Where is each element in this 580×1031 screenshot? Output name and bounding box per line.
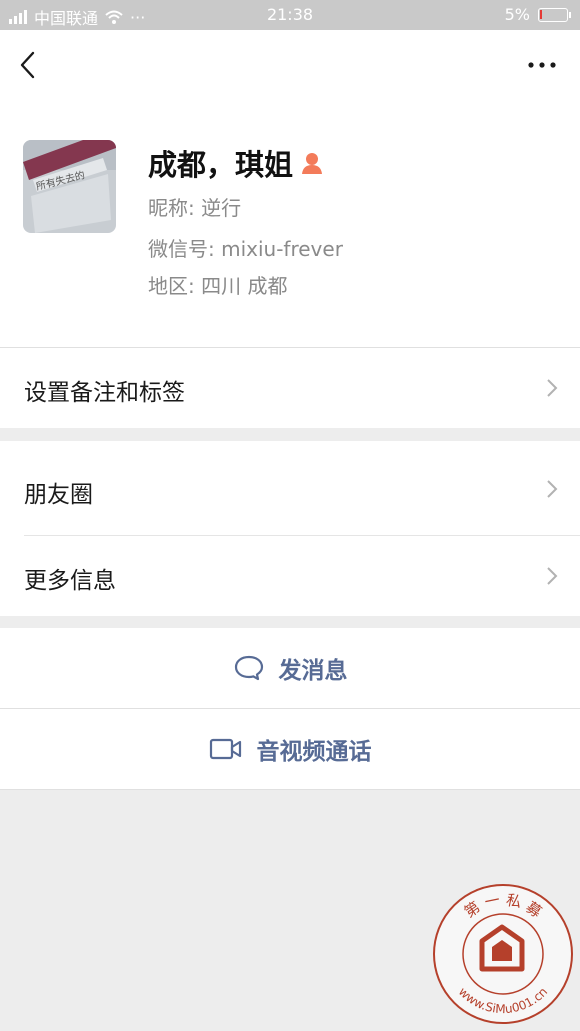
avatar-image: 所有失去的: [23, 140, 116, 233]
battery-percent: 5%: [504, 5, 530, 24]
profile-card: 所有失去的 成都，琪姐 昵称: 逆行 微信号: mixiu-frever 地区:…: [0, 100, 580, 347]
chevron-right-icon: [547, 480, 558, 498]
send-message-label: 发消息: [278, 658, 348, 684]
moments-label: 朋友圈: [24, 482, 93, 508]
avatar[interactable]: 所有失去的: [23, 140, 116, 233]
profile-name: 成都，琪姐: [148, 148, 294, 182]
more-info-label: 更多信息: [24, 568, 116, 594]
wechat-id-text: 微信号: mixiu-frever: [148, 237, 343, 261]
status-time: 21:38: [266, 5, 314, 24]
more-options-icon[interactable]: [522, 52, 562, 78]
battery-icon: [538, 7, 571, 22]
name-row: 成都，琪姐: [148, 142, 323, 184]
info-group: 朋友圈 更多信息: [0, 441, 580, 616]
more-info-cell[interactable]: 更多信息: [0, 536, 580, 616]
moments-cell[interactable]: 朋友圈: [0, 441, 580, 535]
chevron-right-icon: [547, 567, 558, 585]
female-gender-icon: [302, 153, 323, 174]
status-right: 5%: [504, 5, 571, 24]
nav-bar: [0, 30, 580, 100]
back-arrow-icon[interactable]: [14, 48, 44, 82]
battery-level: [540, 9, 542, 19]
chat-bubble-icon: [234, 655, 263, 681]
video-call-button[interactable]: 音视频通话: [0, 709, 580, 789]
video-camera-icon: [209, 738, 241, 760]
remark-tags-cell[interactable]: 设置备注和标签: [0, 348, 580, 428]
region-text: 地区: 四川 成都: [148, 274, 288, 298]
status-bar: 中国联通 ··· 21:38 5%: [0, 0, 580, 30]
remark-tags-label: 设置备注和标签: [24, 380, 185, 406]
divider: [0, 789, 580, 790]
chevron-right-icon: [547, 379, 558, 397]
send-message-button[interactable]: 发消息: [0, 628, 580, 708]
watermark-logo: 第 一 私 募 www.SiMu001.cn: [433, 884, 573, 1024]
nickname-text: 昵称: 逆行: [148, 196, 242, 220]
video-call-label: 音视频通话: [256, 739, 372, 765]
